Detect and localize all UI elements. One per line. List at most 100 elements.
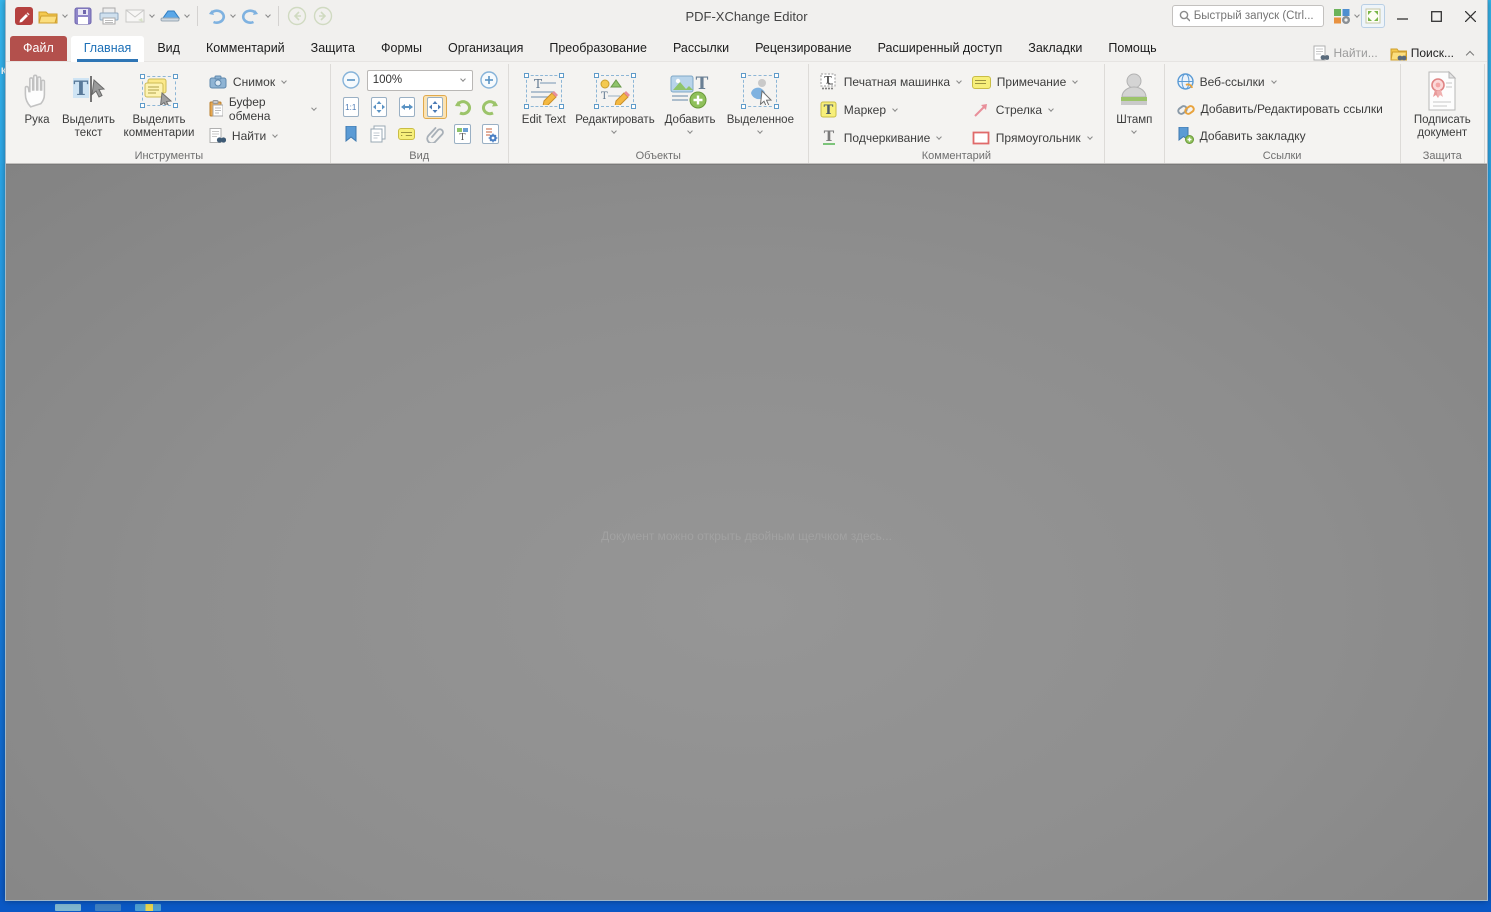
fit-width-button[interactable] xyxy=(395,95,419,119)
tab-help[interactable]: Помощь xyxy=(1095,36,1169,61)
sign-document-button[interactable]: Подписать документ xyxy=(1409,68,1476,142)
app-icon[interactable] xyxy=(12,4,36,28)
undo-dropdown-icon[interactable] xyxy=(230,12,236,18)
minimize-button[interactable] xyxy=(1385,2,1419,30)
bookmarks-panel-button[interactable] xyxy=(339,122,363,146)
scan-dropdown-icon[interactable] xyxy=(184,12,190,18)
stamp-button[interactable]: Штамп xyxy=(1112,68,1156,137)
group-tools: Рука T Выделить текст Выделить комментар… xyxy=(8,64,331,163)
clipboard-button[interactable]: Буфер обмена xyxy=(205,95,322,123)
find-button[interactable]: Найти... xyxy=(1313,45,1378,61)
find-tool-button[interactable]: Найти xyxy=(205,122,322,149)
zoom-in-button[interactable] xyxy=(477,68,501,92)
web-links-button[interactable]: Веб-ссылки xyxy=(1173,68,1387,95)
tab-view[interactable]: Вид xyxy=(144,36,193,61)
web-links-dropdown-icon xyxy=(1270,77,1277,84)
add-edit-links-button[interactable]: Добавить/Редактировать ссылки xyxy=(1173,95,1387,122)
edit-text-button[interactable]: T Edit Text xyxy=(517,68,571,129)
open-button[interactable] xyxy=(36,4,60,28)
tab-comment[interactable]: Комментарий xyxy=(193,36,298,61)
rectangle-tool-button[interactable]: Прямоугольник xyxy=(969,131,1107,145)
hand-icon xyxy=(20,70,54,112)
tab-file[interactable]: Файл xyxy=(10,36,67,61)
actual-size-button[interactable]: 1:1 xyxy=(339,95,363,119)
email-button[interactable] xyxy=(123,4,147,28)
rotate-cw-button[interactable] xyxy=(479,95,503,119)
forward-button[interactable] xyxy=(311,4,335,28)
edit-objects-button[interactable]: T Редактировать xyxy=(571,68,660,137)
content-panel-button[interactable]: T xyxy=(451,122,475,146)
toolbar-separator xyxy=(278,6,279,26)
customize-dropdown-icon[interactable] xyxy=(1354,12,1360,18)
select-text-button[interactable]: T Выделить текст xyxy=(58,68,119,142)
back-button[interactable] xyxy=(285,4,309,28)
note-button[interactable]: Примечание xyxy=(969,75,1107,89)
customize-toolbars-button[interactable] xyxy=(1330,4,1354,28)
tab-bookmarks[interactable]: Закладки xyxy=(1015,36,1095,61)
open-document-hint: Документ можно открыть двойным щелчком з… xyxy=(601,528,892,543)
tab-protect[interactable]: Защита xyxy=(298,36,368,61)
redo-button[interactable] xyxy=(239,4,263,28)
quick-launch-input[interactable] xyxy=(1193,10,1317,22)
underline-icon: T xyxy=(822,129,835,145)
add-bookmark-button[interactable]: Добавить закладку xyxy=(1173,122,1387,149)
taskbar-fragments xyxy=(55,904,161,911)
group-objects: T Edit Text T Редактировать T Добавить В… xyxy=(509,64,809,163)
group-label-protection: Защита xyxy=(1422,150,1462,162)
hand-tool-button[interactable]: Рука xyxy=(16,68,58,129)
selected-objects-dropdown-icon xyxy=(757,128,763,135)
select-text-icon: T xyxy=(71,70,107,112)
zoom-out-button[interactable] xyxy=(339,68,363,92)
redo-dropdown-icon[interactable] xyxy=(265,12,271,18)
maximize-button[interactable] xyxy=(1419,2,1453,30)
selected-objects-button[interactable]: Выделенное xyxy=(721,68,800,137)
tab-share[interactable]: Рассылки xyxy=(660,36,742,61)
open-dropdown-icon[interactable] xyxy=(62,12,68,18)
underline-button[interactable]: T Подчеркивание xyxy=(817,129,969,147)
save-button[interactable] xyxy=(71,4,95,28)
scan-button[interactable] xyxy=(158,4,182,28)
comments-panel-button[interactable] xyxy=(395,122,419,146)
group-stamp: Штамп xyxy=(1105,64,1165,163)
tab-organize[interactable]: Организация xyxy=(435,36,536,61)
ribbon-tab-bar: Файл Главная Вид Комментарий Защита Форм… xyxy=(6,32,1487,62)
highlight-button[interactable]: T Маркер xyxy=(817,101,969,119)
tab-review[interactable]: Рецензирование xyxy=(742,36,865,61)
snapshot-button[interactable]: Снимок xyxy=(205,68,322,95)
collapse-ribbon-button[interactable] xyxy=(1465,50,1475,59)
attachments-panel-button[interactable] xyxy=(423,122,447,146)
close-button[interactable] xyxy=(1453,2,1487,30)
actual-size-icon: 1:1 xyxy=(342,97,359,117)
document-area[interactable]: Документ можно открыть двойным щелчком з… xyxy=(6,164,1487,900)
typewriter-button[interactable]: T Печатная машинка xyxy=(817,73,969,91)
svg-text:T: T xyxy=(460,133,466,141)
page-gear-icon xyxy=(482,124,500,144)
clipboard-icon xyxy=(209,100,223,117)
email-dropdown-icon[interactable] xyxy=(149,12,155,18)
zoom-level-combo[interactable]: 100% xyxy=(366,69,473,91)
title-bar: PDF-XChange Editor xyxy=(6,0,1487,32)
highlight-icon: T xyxy=(820,101,837,118)
select-comments-button[interactable]: Выделить комментарии xyxy=(119,68,199,142)
group-label-view: Вид xyxy=(409,150,430,162)
fullscreen-button[interactable] xyxy=(1361,4,1385,28)
arrow-tool-button[interactable]: Стрелка xyxy=(969,101,1107,119)
fit-page-button[interactable] xyxy=(367,95,391,119)
edit-objects-dropdown-icon xyxy=(611,128,618,135)
tab-convert[interactable]: Преобразование xyxy=(536,36,660,61)
app-window: PDF-XChange Editor Файл xyxy=(5,0,1488,901)
quick-launch-search[interactable] xyxy=(1172,5,1324,27)
properties-panel-button[interactable] xyxy=(479,122,503,146)
tab-accessibility[interactable]: Расширенный доступ xyxy=(865,36,1016,61)
tab-forms[interactable]: Формы xyxy=(368,36,435,61)
search-button[interactable]: Поиск... xyxy=(1390,46,1454,61)
tab-home[interactable]: Главная xyxy=(70,36,145,62)
fit-visible-button[interactable] xyxy=(422,95,447,119)
print-button[interactable] xyxy=(97,4,121,28)
rotate-ccw-button[interactable] xyxy=(451,95,475,119)
undo-button[interactable] xyxy=(204,4,228,28)
page-content-icon: T xyxy=(454,124,472,144)
thumbnails-panel-button[interactable] xyxy=(367,122,391,146)
taskbar-fragment xyxy=(55,904,81,911)
add-objects-button[interactable]: T Добавить xyxy=(659,68,721,137)
